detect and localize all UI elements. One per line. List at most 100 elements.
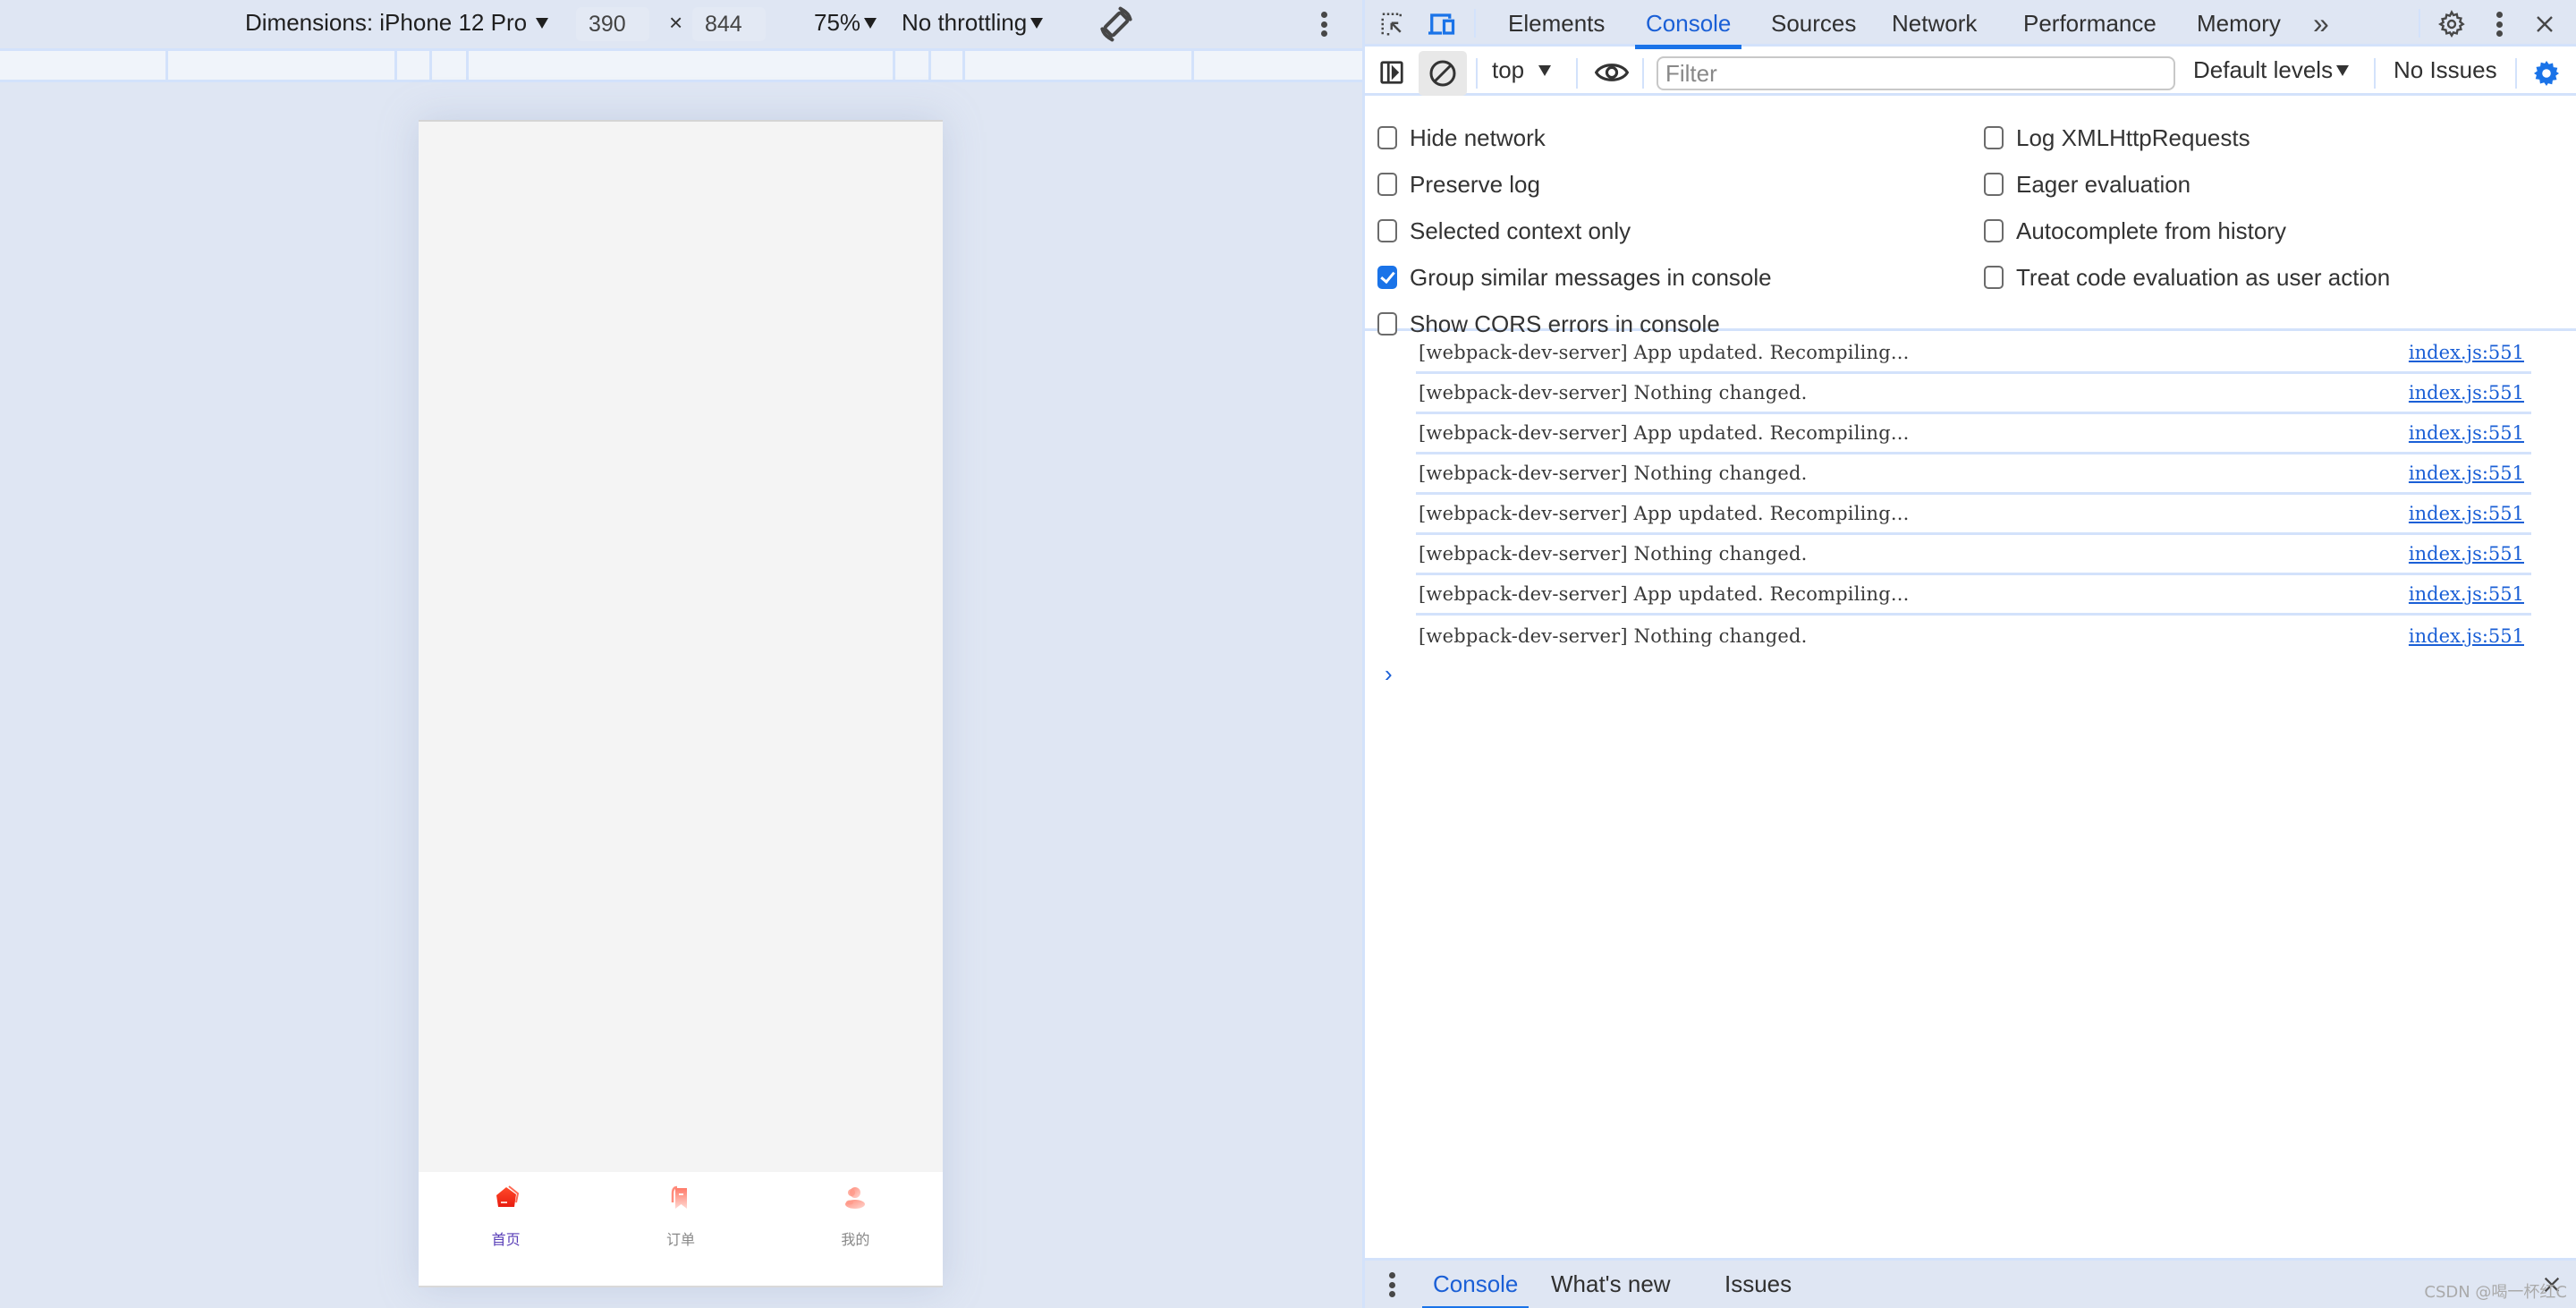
live-expression-button[interactable]: [1594, 56, 1630, 89]
device-width-input[interactable]: 390: [576, 7, 649, 41]
setting-log-xhr[interactable]: Log XMLHttpRequests: [1984, 120, 2250, 156]
more-icon-dot: [1320, 21, 1327, 28]
clear-console-button[interactable]: [1419, 51, 1467, 96]
console-message: [webpack-dev-server] App updated. Recomp…: [1416, 575, 2531, 616]
more-icon-dot: [1388, 1291, 1395, 1297]
message-text: [webpack-dev-server] App updated. Recomp…: [1419, 422, 1910, 444]
show-sidebar-button[interactable]: [1376, 56, 1408, 89]
source-link[interactable]: index.js:551: [2409, 382, 2524, 403]
drawer-menu-button[interactable]: [1383, 1270, 1401, 1300]
tab-elements[interactable]: Elements: [1508, 0, 1605, 47]
user-icon: [845, 1187, 866, 1209]
throttling-select[interactable]: No throttling: [902, 9, 1044, 37]
source-link[interactable]: index.js:551: [2409, 463, 2524, 484]
checkbox[interactable]: [1984, 219, 2004, 242]
drawer-tab-console[interactable]: Console: [1421, 1261, 1530, 1308]
device-more-options-button[interactable]: [1313, 9, 1335, 39]
dropdown-caret-icon: [1538, 64, 1552, 76]
setting-group-similar[interactable]: Group similar messages in console: [1377, 259, 1772, 295]
device-toolbar: Dimensions: iPhone 12 Pro 390 × 844 75% …: [0, 0, 1362, 47]
app-tab-bar: 首页 订单 我的: [419, 1172, 943, 1287]
settings-button[interactable]: [2435, 7, 2469, 41]
console-toolbar: top Default levels No Issues: [1365, 49, 2576, 96]
source-link[interactable]: index.js:551: [2409, 342, 2524, 363]
close-icon: [2537, 16, 2553, 32]
setting-selected-context-only[interactable]: Selected context only: [1377, 213, 1631, 249]
more-icon-dot: [2496, 21, 2503, 28]
tab-profile[interactable]: 我的: [768, 1172, 943, 1286]
issues-counter[interactable]: No Issues: [2394, 56, 2497, 84]
console-message: [webpack-dev-server] Nothing changed. in…: [1416, 535, 2531, 575]
checkbox[interactable]: [1377, 219, 1397, 242]
zoom-select[interactable]: 75%: [814, 9, 877, 37]
setting-label: Treat code evaluation as user action: [2016, 263, 2391, 291]
zoom-value: 75%: [814, 9, 861, 36]
tab-orders[interactable]: 订单: [593, 1172, 767, 1286]
message-text: [webpack-dev-server] Nothing changed.: [1419, 543, 1808, 565]
device-dimensions-label: Dimensions: iPhone 12 Pro: [245, 9, 528, 36]
divider: [1474, 9, 1476, 38]
setting-hide-network[interactable]: Hide network: [1377, 120, 1546, 156]
checkbox[interactable]: [1377, 312, 1397, 335]
setting-label: Autocomplete from history: [2016, 217, 2287, 244]
tab-memory[interactable]: Memory: [2197, 0, 2281, 47]
checkbox[interactable]: [1377, 173, 1397, 196]
console-message: [webpack-dev-server] Nothing changed. in…: [1416, 454, 2531, 495]
console-settings-button[interactable]: [2529, 56, 2563, 90]
tab-network[interactable]: Network: [1892, 0, 1977, 47]
divider: [2374, 58, 2376, 89]
more-icon: [1320, 12, 1327, 18]
source-link[interactable]: index.js:551: [2409, 625, 2524, 647]
rotate-button[interactable]: [1097, 4, 1136, 44]
tab-console[interactable]: Console: [1634, 0, 1742, 49]
setting-autocomplete-history[interactable]: Autocomplete from history: [1984, 213, 2286, 249]
close-devtools-button[interactable]: [2529, 9, 2560, 39]
tab-home[interactable]: 首页: [419, 1172, 593, 1286]
checkbox[interactable]: [1984, 173, 2004, 196]
inspect-element-button[interactable]: [1377, 9, 1408, 39]
console-prompt[interactable]: ›: [1385, 660, 1393, 688]
setting-label: Log XMLHttpRequests: [2016, 123, 2250, 151]
dropdown-caret-icon: [864, 17, 877, 29]
tab-sources[interactable]: Sources: [1771, 0, 1856, 47]
checkbox[interactable]: [1984, 126, 2004, 149]
checkbox[interactable]: [1984, 266, 2004, 289]
ruler-tick: [1191, 51, 1194, 80]
eye-icon: [1595, 64, 1629, 81]
customize-devtools-button[interactable]: [2488, 9, 2510, 39]
devtools-panel: Elements Console Sources Network Perform…: [1362, 0, 2576, 1308]
log-levels-select[interactable]: Default levels: [2193, 56, 2350, 84]
source-link[interactable]: index.js:551: [2409, 503, 2524, 524]
source-link[interactable]: index.js:551: [2409, 422, 2524, 444]
ruler-tick: [165, 51, 168, 80]
source-link[interactable]: index.js:551: [2409, 543, 2524, 565]
console-message: [webpack-dev-server] App updated. Recomp…: [1416, 414, 2531, 454]
tab-label: 我的: [841, 1231, 870, 1248]
ruler-tick: [962, 51, 965, 80]
tab-performance[interactable]: Performance: [2023, 0, 2157, 47]
setting-treat-eval-user-action[interactable]: Treat code evaluation as user action: [1984, 259, 2390, 295]
more-tabs-button[interactable]: »: [2313, 0, 2329, 47]
device-height-input[interactable]: 844: [692, 7, 766, 41]
media-query-ruler[interactable]: [0, 48, 1362, 82]
device-dimensions-select[interactable]: Dimensions: iPhone 12 Pro: [245, 9, 549, 37]
dropdown-caret-icon: [2336, 64, 2350, 76]
drawer-tab-issues[interactable]: Issues: [1724, 1261, 1792, 1308]
clear-icon: [1429, 60, 1456, 87]
setting-label: Hide network: [1410, 123, 1546, 151]
setting-preserve-log[interactable]: Preserve log: [1377, 166, 1540, 202]
log-levels-value: Default levels: [2193, 56, 2334, 83]
message-text: [webpack-dev-server] App updated. Recomp…: [1419, 583, 1910, 605]
setting-eager-evaluation[interactable]: Eager evaluation: [1984, 166, 2190, 202]
tab-label: 订单: [665, 1231, 695, 1248]
device-toolbar-toggle[interactable]: [1426, 9, 1458, 39]
ruler-tick: [394, 51, 397, 80]
context-select[interactable]: top: [1492, 56, 1552, 84]
drawer-tab-whats-new[interactable]: What's new: [1551, 1261, 1671, 1308]
console-filter-input[interactable]: [1657, 56, 2175, 90]
throttling-value: No throttling: [902, 9, 1028, 36]
source-link[interactable]: index.js:551: [2409, 583, 2524, 605]
checkbox-checked[interactable]: [1377, 266, 1397, 289]
checkbox[interactable]: [1377, 126, 1397, 149]
dropdown-caret-icon: [536, 17, 549, 29]
